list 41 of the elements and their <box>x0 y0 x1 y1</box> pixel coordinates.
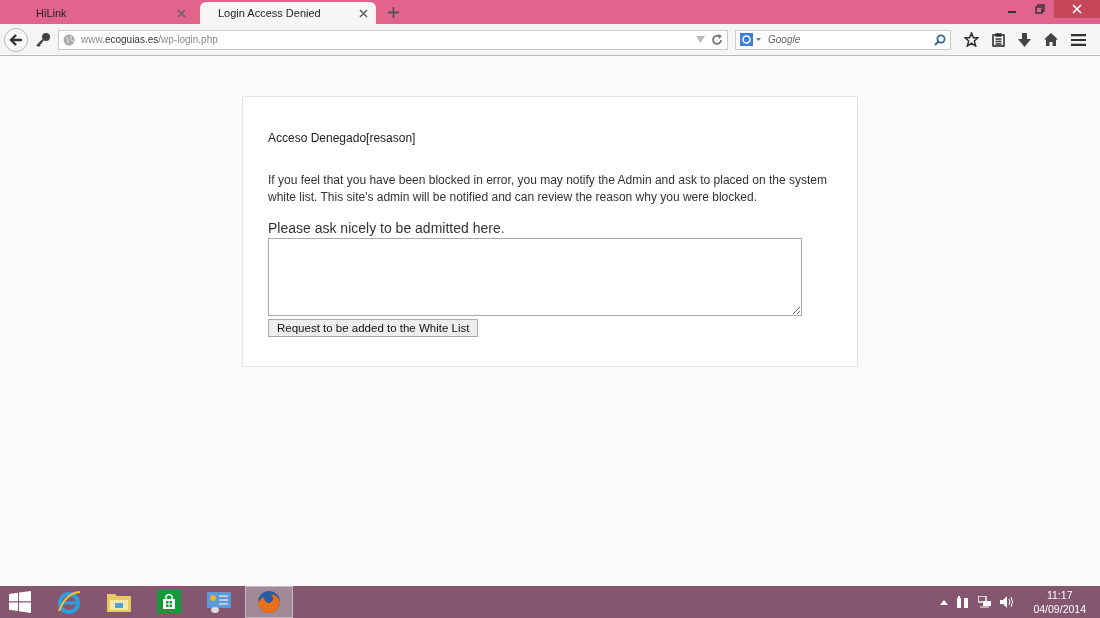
browser-tab[interactable]: HiLink <box>18 2 194 24</box>
close-icon[interactable] <box>359 8 368 18</box>
network-icon[interactable] <box>978 596 992 608</box>
back-arrow-icon <box>9 33 23 46</box>
search-icon[interactable] <box>934 33 946 46</box>
speaker-icon[interactable] <box>1000 596 1015 608</box>
browser-tab[interactable]: Login Access Denied <box>200 2 376 24</box>
battery-icon[interactable] <box>957 596 970 608</box>
search-engine-icon[interactable] <box>740 33 762 46</box>
folder-icon <box>106 591 132 613</box>
time-text: 11:17 <box>1046 588 1073 602</box>
start-icon[interactable] <box>9 591 31 613</box>
url-text: www.ecoguias.es/wp-login.php <box>81 34 219 45</box>
close-icon <box>1072 4 1082 14</box>
clock[interactable]: 11:17 04/09/2014 <box>1033 588 1086 616</box>
home-icon[interactable] <box>1044 33 1058 46</box>
message-input-field[interactable] <box>268 238 802 316</box>
download-icon[interactable] <box>1018 32 1031 47</box>
heading-text: Acceso Denegado[resason] <box>268 131 417 145</box>
clipboard-icon[interactable] <box>992 32 1005 47</box>
address-bar[interactable]: www.ecoguias.es/wp-login.php <box>58 29 728 50</box>
search-input-field[interactable]: Google <box>766 33 930 46</box>
globe-icon <box>63 33 75 46</box>
caret-icon[interactable] <box>940 599 949 605</box>
search-bar[interactable]: Google <box>735 29 951 50</box>
control-panel-icon <box>206 590 232 614</box>
back-button[interactable] <box>4 27 28 52</box>
request-button[interactable]: Request to be added to the White List <box>268 319 479 337</box>
shopping-bag-icon <box>157 590 181 614</box>
close-window-button[interactable] <box>1054 0 1100 18</box>
star-icon[interactable] <box>964 32 979 47</box>
fox-globe-button[interactable] <box>245 586 293 618</box>
menu-icon[interactable] <box>1071 33 1086 46</box>
restore-icon[interactable] <box>1035 4 1045 14</box>
date-text: 04/09/2014 <box>1033 602 1086 616</box>
reload-icon[interactable] <box>711 33 723 46</box>
key-icon[interactable] <box>35 31 51 48</box>
e-logo-icon <box>56 589 82 615</box>
message-text: If you feel that you have been blocked in error, you may notify the Admin and ask to placed on the system white list. This site's admin will be notified and can review the reason why you were blocked. <box>268 172 828 206</box>
prompt-label: Please ask nicely to be admitted here. <box>268 220 506 236</box>
fox-globe-icon <box>256 589 282 615</box>
